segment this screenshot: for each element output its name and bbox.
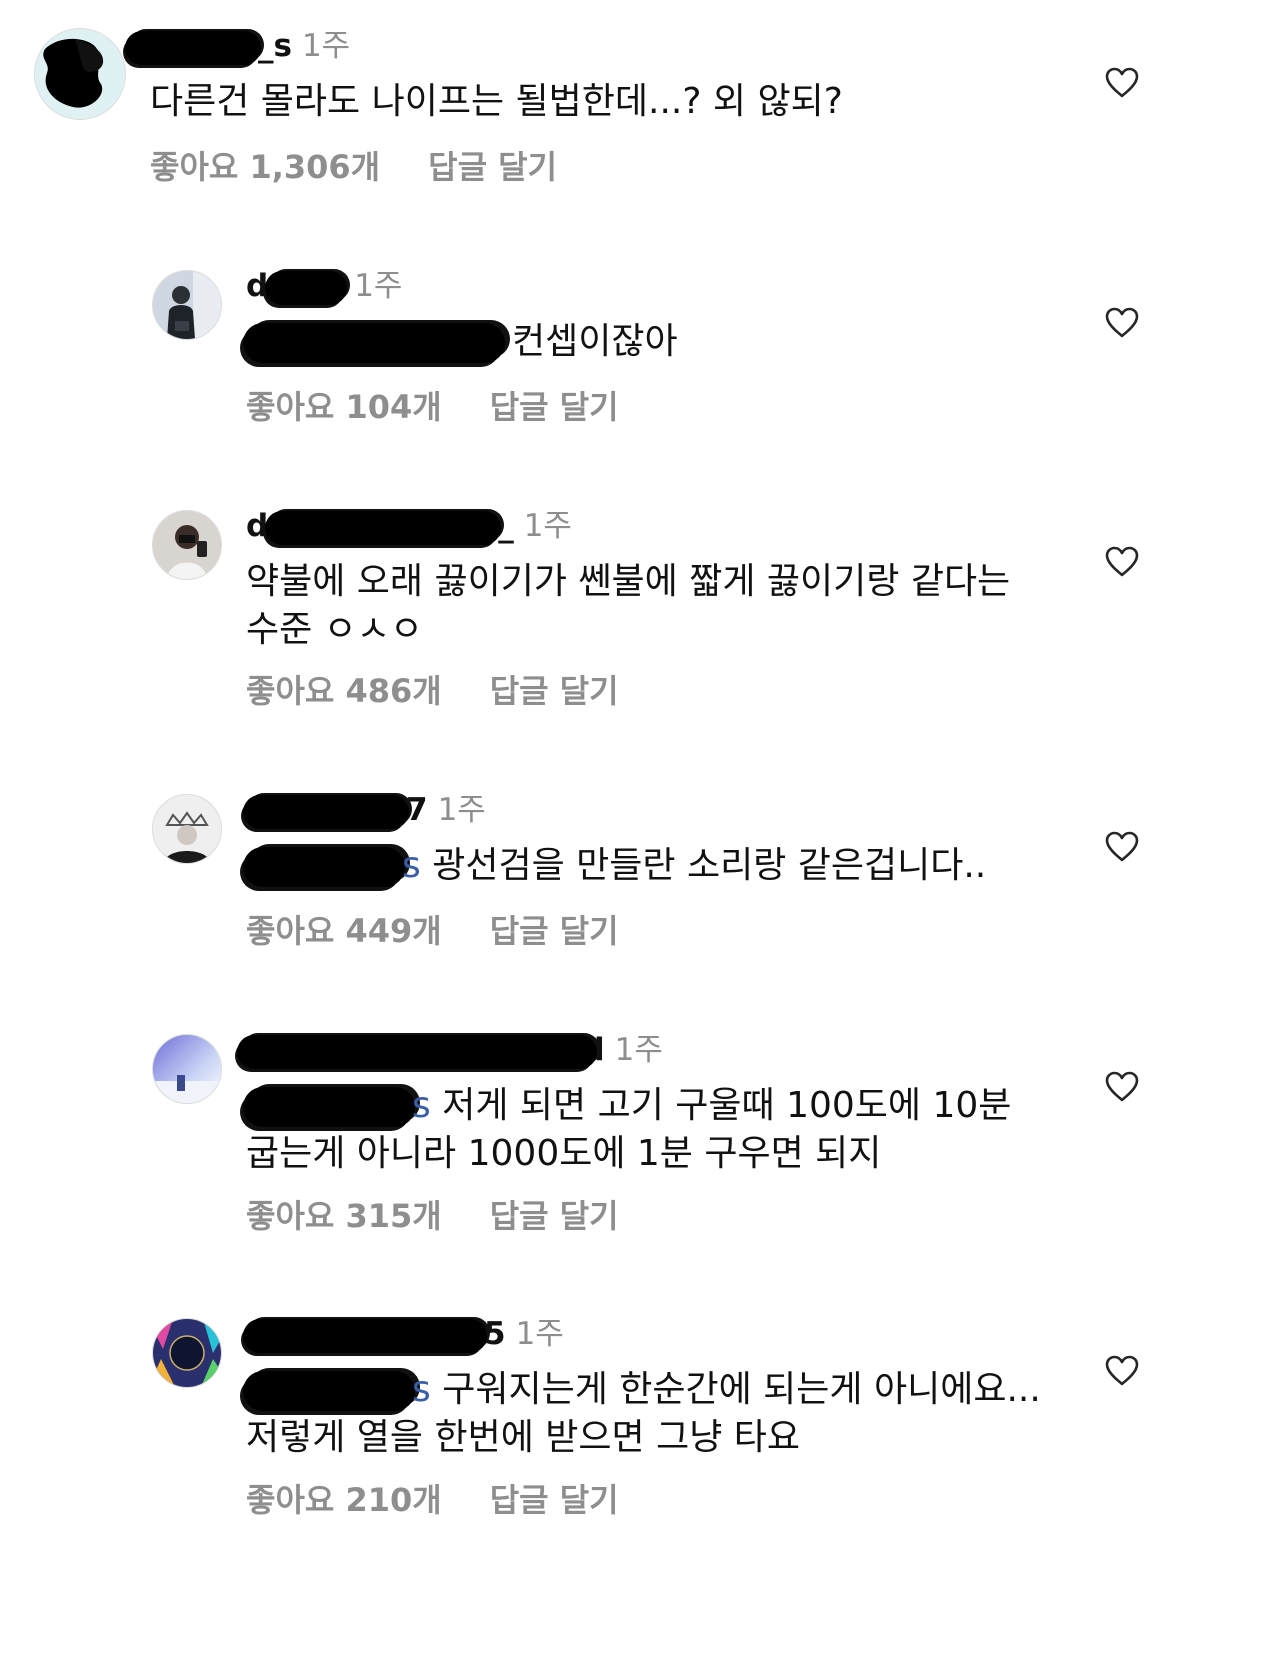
comment-text-content: 약불에 오래 끓이기가 쎈불에 짧게 끓이기랑 같다는 수준 ㅇㅅㅇ: [246, 561, 1011, 650]
comment-text: 컨셉이잖아: [246, 318, 1076, 366]
heart-icon[interactable]: [1104, 1354, 1140, 1386]
username[interactable]: 7: [406, 792, 428, 828]
username[interactable]: d: [246, 508, 268, 544]
comment-time: 1주: [437, 792, 486, 828]
username-tail[interactable]: _: [498, 508, 514, 544]
username[interactable]: _s: [258, 28, 292, 64]
comment-actions: 좋아요 210개 답글 달기: [246, 1480, 619, 1520]
mention-link[interactable]: s: [402, 845, 421, 886]
comment-header: l 1주: [240, 1030, 663, 1070]
heart-icon[interactable]: [1104, 306, 1140, 338]
heart-icon[interactable]: [1104, 830, 1140, 862]
redacted-username: [246, 797, 406, 826]
redacted-mention: [246, 1374, 412, 1408]
redacted-username: [268, 513, 499, 542]
avatar[interactable]: [152, 270, 222, 340]
comment-actions: 좋아요 1,306개 답글 달기: [150, 147, 557, 187]
redacted-username: [128, 33, 258, 62]
comment-time: 1주: [354, 268, 403, 304]
reply-button[interactable]: 답글 달기: [490, 912, 619, 950]
avatar[interactable]: [152, 1318, 222, 1388]
likes-count[interactable]: 좋아요 486개: [246, 672, 442, 710]
likes-count[interactable]: 좋아요 1,306개: [150, 148, 380, 186]
redacted-mention: [246, 326, 502, 360]
avatar[interactable]: [34, 28, 126, 120]
username[interactable]: 5: [484, 1316, 506, 1352]
reply-button[interactable]: 답글 달기: [490, 672, 619, 710]
avatar[interactable]: [152, 794, 222, 864]
comment-text-content: 다른건 몰라도 나이프는 될법한데...? 외 않되?: [150, 81, 843, 122]
mention-link[interactable]: s: [412, 1085, 431, 1126]
comment-text-content: 컨셉이잖아: [512, 321, 678, 362]
comment-time: 1주: [614, 1032, 663, 1068]
comment-header: d 1주: [246, 266, 402, 306]
comment-time: 1주: [301, 28, 351, 64]
username[interactable]: l: [594, 1032, 605, 1068]
heart-icon[interactable]: [1104, 66, 1140, 98]
comment-text: s 저게 되면 고기 구울때 100도에 10분 굽는게 아니라 1000도에 …: [246, 1082, 1046, 1178]
comment-header: d _ 1주: [246, 506, 572, 546]
comment-text: s 구워지는게 한순간에 되는게 아니에요... 저렇게 열을 한번에 받으면 …: [246, 1366, 1046, 1462]
redacted-mention: [246, 850, 402, 884]
reply-button[interactable]: 답글 달기: [490, 388, 619, 426]
comment-actions: 좋아요 315개 답글 달기: [246, 1196, 619, 1236]
likes-count[interactable]: 좋아요 449개: [246, 912, 442, 950]
redacted-username: [240, 1037, 594, 1066]
avatar[interactable]: [152, 1034, 222, 1104]
comment-actions: 좋아요 104개 답글 달기: [246, 387, 619, 427]
likes-count[interactable]: 좋아요 104개: [246, 388, 442, 426]
comment-text: 다른건 몰라도 나이프는 될법한데...? 외 않되?: [150, 78, 1080, 126]
likes-count[interactable]: 좋아요 315개: [246, 1197, 442, 1235]
comment-text-content: 광선검을 만들란 소리랑 같은겁니다..: [432, 845, 987, 886]
username[interactable]: d: [246, 268, 268, 304]
comment-header: 7 1주: [246, 790, 486, 830]
heart-icon[interactable]: [1104, 1070, 1140, 1102]
redacted-username: [246, 1321, 484, 1350]
comment-header: 5 1주: [246, 1314, 564, 1354]
reply-button[interactable]: 답글 달기: [490, 1481, 619, 1519]
redacted-mention: [246, 1090, 412, 1124]
comment-text: 약불에 오래 끓이기가 쎈불에 짧게 끓이기랑 같다는 수준 ㅇㅅㅇ: [246, 558, 1046, 654]
comment-actions: 좋아요 449개 답글 달기: [246, 911, 619, 951]
comment-actions: 좋아요 486개 답글 달기: [246, 671, 619, 711]
likes-count[interactable]: 좋아요 210개: [246, 1481, 442, 1519]
comment-time: 1주: [515, 1316, 564, 1352]
redacted-username: [268, 273, 345, 302]
heart-icon[interactable]: [1104, 545, 1140, 577]
reply-button[interactable]: 답글 달기: [428, 148, 557, 186]
comment-time: 1주: [523, 508, 572, 544]
comment-text: s 광선검을 만들란 소리랑 같은겁니다..: [246, 842, 1076, 890]
mention-link[interactable]: s: [412, 1369, 431, 1410]
avatar[interactable]: [152, 510, 222, 580]
comment-header: _s 1주: [128, 26, 350, 66]
reply-button[interactable]: 답글 달기: [490, 1197, 619, 1235]
